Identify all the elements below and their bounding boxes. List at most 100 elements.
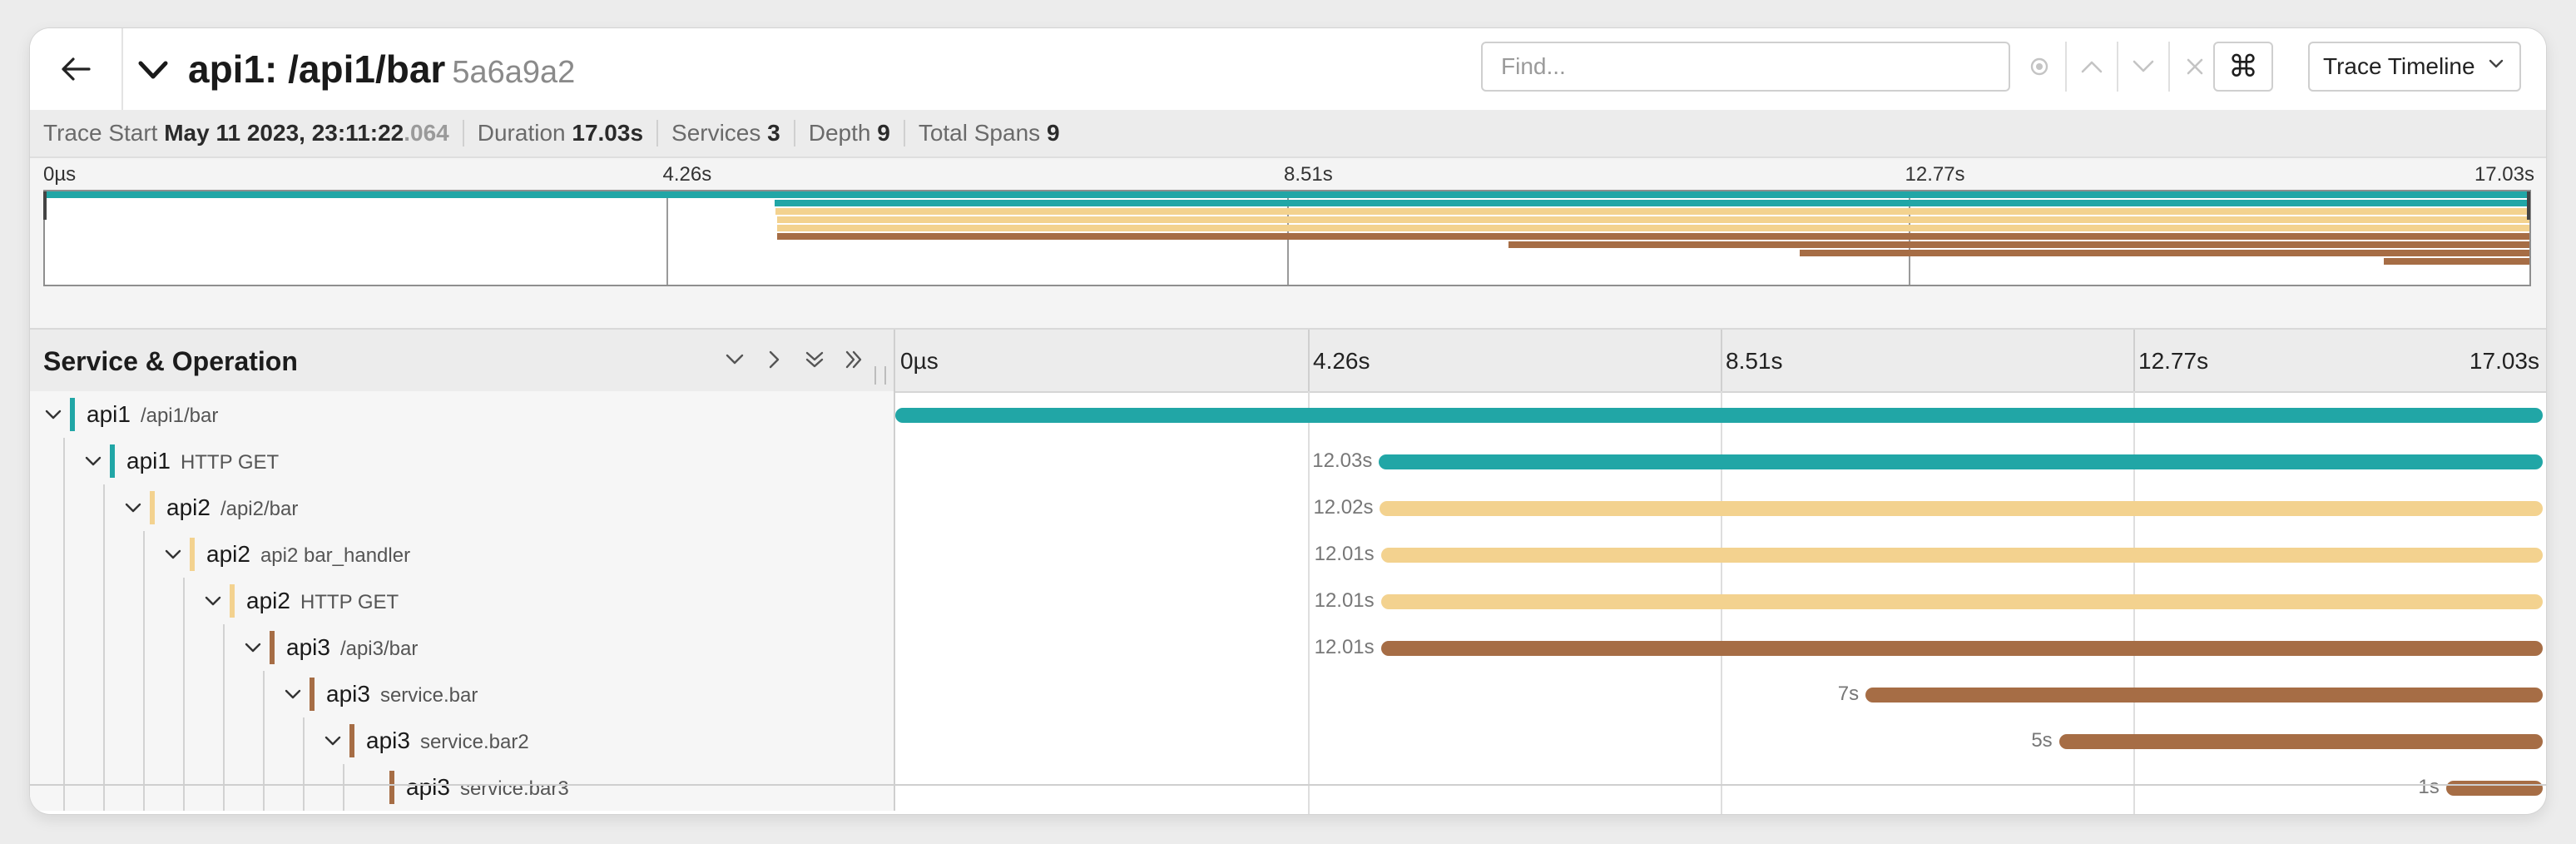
span-bar[interactable]	[1380, 594, 2543, 609]
expand-one-button[interactable]	[760, 345, 789, 375]
operation-name: /api2/bar	[220, 498, 299, 520]
span-name[interactable]: api3/api3/bar	[286, 634, 418, 661]
trace-minimap[interactable]: 0µs 4.26s 8.51s 12.77s 17.03s	[30, 158, 2546, 330]
target-icon	[2030, 57, 2048, 76]
column-resize-handle[interactable]	[874, 366, 886, 385]
services-value: 3	[767, 120, 780, 146]
span-bar[interactable]	[2445, 781, 2543, 796]
minimap-right-handle[interactable]	[2527, 191, 2530, 220]
minimap-span-bar	[2383, 258, 2529, 265]
minimap-canvas[interactable]	[43, 190, 2531, 286]
span-row[interactable]: api3 service.bar2 5s	[30, 717, 2546, 764]
span-row-label: api2 HTTP GET	[30, 578, 895, 624]
span-name[interactable]: api2 HTTP GET	[246, 588, 399, 614]
indent-guide	[143, 717, 145, 764]
minimap-left-handle[interactable]	[43, 191, 47, 220]
total-spans-value: 9	[1046, 120, 1060, 146]
find-box	[1481, 42, 2015, 92]
span-row[interactable]: api1/api1/bar	[30, 391, 2546, 438]
service-color-swatch	[110, 444, 115, 478]
keyboard-shortcuts-button[interactable]: ⌘	[2213, 42, 2273, 92]
span-row[interactable]: api2/api2/bar 12.02s	[30, 484, 2546, 531]
service-name: api2	[206, 541, 250, 567]
span-collapse-toggle[interactable]	[121, 496, 145, 519]
indent-guide	[63, 671, 65, 717]
locate-match-button[interactable]	[2014, 42, 2065, 92]
span-row-timeline	[895, 391, 2546, 438]
trace-start-value: May 11 2023, 23:11:22	[164, 120, 404, 146]
span-collapse-toggle[interactable]	[321, 729, 344, 752]
span-row-label: api1 HTTP GET	[30, 438, 895, 484]
timeline-tick-label: 12.77s	[2138, 348, 2209, 374]
span-collapse-toggle[interactable]	[42, 403, 65, 426]
expand-all-button[interactable]	[840, 345, 869, 375]
span-name[interactable]: api3 service.bar3	[406, 774, 569, 801]
span-duration: 12.01s	[1314, 636, 1375, 658]
view-select[interactable]: Trace Timeline	[2308, 42, 2521, 92]
service-name: api1	[126, 448, 171, 474]
span-bar[interactable]	[1865, 688, 2543, 703]
minimap-span-bar	[777, 233, 2529, 240]
span-row[interactable]: api3 service.bar 7s	[30, 671, 2546, 717]
span-row-timeline: 7s	[895, 671, 2546, 717]
timeline-header-gridline	[1308, 330, 1310, 391]
collapse-one-button[interactable]	[721, 345, 749, 375]
span-bar[interactable]	[2058, 734, 2543, 749]
span-name[interactable]: api3 service.bar	[326, 681, 478, 707]
span-bar[interactable]	[895, 408, 2543, 423]
span-collapse-toggle[interactable]	[241, 636, 265, 659]
collapse-trace-toggle[interactable]	[136, 53, 170, 87]
span-row[interactable]: api3 service.bar3 1s	[30, 764, 2546, 811]
minimap-span-bar	[1508, 241, 2529, 248]
span-collapse-toggle[interactable]	[82, 449, 105, 473]
span-name[interactable]: api3 service.bar2	[366, 727, 529, 754]
span-name[interactable]: api2 api2 bar_handler	[206, 541, 410, 568]
chevron-down-icon	[726, 354, 744, 365]
indent-guide	[223, 671, 225, 717]
operation-name: service.bar	[379, 684, 478, 707]
service-color-swatch	[349, 724, 354, 757]
service-name: api3	[286, 634, 330, 660]
indent-guide	[143, 624, 145, 671]
chevron-right-icon	[769, 350, 780, 369]
service-color-swatch	[310, 678, 315, 711]
find-input[interactable]	[1483, 43, 2015, 90]
minimap-tick-label: 8.51s	[1284, 163, 1333, 186]
span-name[interactable]: api1/api1/bar	[87, 401, 218, 428]
clear-find-button[interactable]	[2168, 42, 2220, 92]
span-collapse-toggle[interactable]	[281, 683, 305, 706]
span-bar[interactable]	[1380, 548, 2543, 563]
chevron-down-icon	[2133, 60, 2154, 72]
span-row[interactable]: api1 HTTP GET 12.03s	[30, 438, 2546, 484]
trace-title-text: api1: /api1/bar	[188, 47, 446, 91]
span-collapse-toggle[interactable]	[161, 543, 185, 566]
span-row[interactable]: api2 HTTP GET 12.01s	[30, 578, 2546, 624]
service-name: api3	[326, 681, 370, 707]
chevron-down-icon	[324, 736, 341, 746]
operation-name: api2 bar_handler	[260, 544, 411, 567]
back-button[interactable]	[30, 28, 123, 110]
span-bar[interactable]	[1380, 501, 2543, 516]
span-row-timeline: 12.01s	[895, 578, 2546, 624]
span-name[interactable]: api1 HTTP GET	[126, 448, 279, 474]
span-row[interactable]: api3/api3/bar 12.01s	[30, 624, 2546, 671]
span-bar[interactable]	[1380, 641, 2543, 656]
span-bar[interactable]	[1379, 454, 2543, 469]
minimap-tick-label: 17.03s	[2474, 163, 2534, 186]
span-name[interactable]: api2/api2/bar	[166, 494, 298, 521]
timeline-bottom-border	[30, 784, 2546, 786]
close-icon	[2187, 58, 2203, 75]
span-collapse-toggle[interactable]	[201, 589, 225, 613]
next-match-button[interactable]	[2117, 42, 2168, 92]
span-row-label: api3 service.bar3	[30, 764, 895, 811]
timeline-tick-label: 4.26s	[1313, 348, 1370, 374]
chevron-down-icon	[2489, 59, 2504, 68]
minimap-span-bar	[45, 191, 2529, 198]
collapse-all-button[interactable]	[800, 345, 829, 375]
previous-match-button[interactable]	[2065, 42, 2117, 92]
indent-guide	[143, 578, 145, 624]
arrow-left-icon	[62, 57, 91, 81]
service-color-swatch	[270, 631, 275, 664]
trace-depth: Depth 9	[793, 120, 904, 146]
span-row[interactable]: api2 api2 bar_handler 12.01s	[30, 531, 2546, 578]
